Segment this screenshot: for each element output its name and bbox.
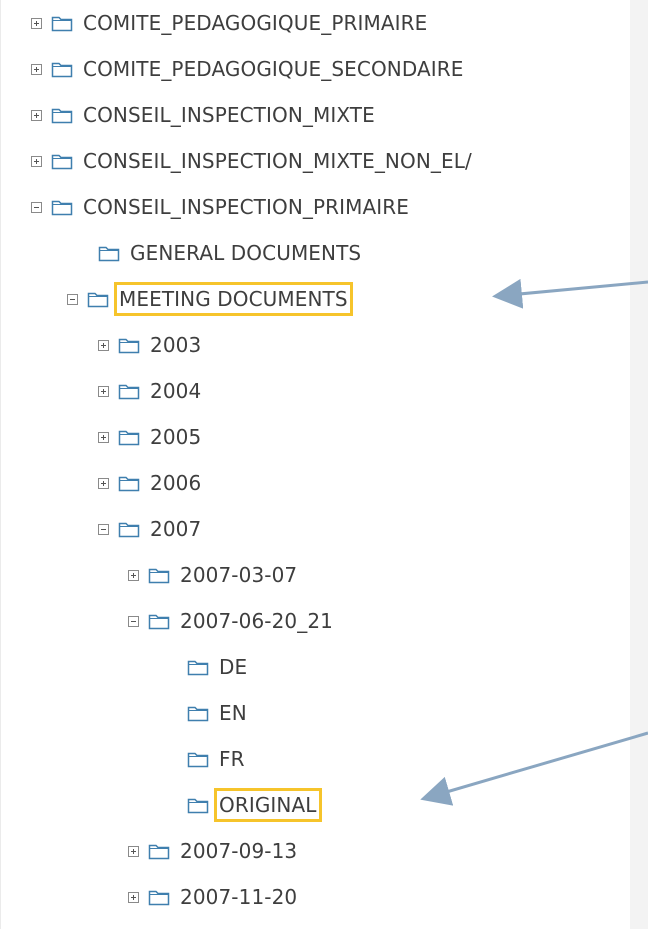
expand-plus-icon[interactable] — [31, 155, 42, 167]
tree-item-2007-03-07[interactable]: 2007-03-07 — [128, 558, 299, 592]
tree-item-2006[interactable]: 2006 — [98, 466, 203, 500]
tree-item-2003[interactable]: 2003 — [98, 328, 203, 362]
tree-item-comite-pedagogique-secondaire[interactable]: COMITE_PEDAGOGIQUE_SECONDAIRE — [31, 52, 466, 86]
tree-item-2005[interactable]: 2005 — [98, 420, 203, 454]
tree-item-conseil-inspection-mixte[interactable]: CONSEIL_INSPECTION_MIXTE — [31, 98, 377, 132]
expand-plus-icon[interactable] — [98, 339, 109, 351]
tree-item-2004[interactable]: 2004 — [98, 374, 203, 408]
collapse-minus-icon[interactable] — [31, 201, 42, 213]
tree-item-label[interactable]: 2007 — [148, 515, 203, 543]
tree-item-label[interactable]: 2007-06-20_21 — [178, 607, 335, 635]
expand-plus-icon[interactable] — [31, 17, 42, 29]
tree-item-meeting-documents[interactable]: MEETING DOCUMENTS — [67, 282, 353, 316]
tree-item-label[interactable]: 2003 — [148, 331, 203, 359]
folder-icon — [118, 384, 140, 400]
tree-item-2007-06-20-21[interactable]: 2007-06-20_21 — [128, 604, 335, 638]
tree-item-label[interactable]: 2006 — [148, 469, 203, 497]
tree-item-label-highlighted[interactable]: ORIGINAL — [214, 788, 322, 822]
collapse-minus-icon[interactable] — [67, 293, 78, 305]
folder-icon — [118, 522, 140, 538]
tree-item-label-highlighted[interactable]: MEETING DOCUMENTS — [114, 282, 353, 316]
collapse-minus-icon[interactable] — [128, 615, 139, 627]
folder-icon — [187, 752, 209, 768]
folder-icon — [98, 246, 120, 262]
collapse-minus-icon[interactable] — [98, 523, 109, 535]
tree-item-label[interactable]: CONSEIL_INSPECTION_MIXTE — [81, 101, 377, 129]
tree-item-en[interactable]: EN — [187, 696, 249, 730]
folder-icon — [148, 614, 170, 630]
folder-icon — [187, 706, 209, 722]
tree-item-2007-11-20[interactable]: 2007-11-20 — [128, 880, 299, 914]
folder-icon — [148, 844, 170, 860]
tree-item-label[interactable]: DE — [217, 653, 249, 681]
tree-item-label[interactable]: COMITE_PEDAGOGIQUE_PRIMAIRE — [81, 9, 429, 37]
expand-plus-icon[interactable] — [98, 431, 109, 443]
tree-item-general-documents[interactable]: GENERAL DOCUMENTS — [98, 236, 363, 270]
folder-icon — [148, 568, 170, 584]
folder-icon — [51, 108, 73, 124]
tree-item-2007[interactable]: 2007 — [98, 512, 203, 546]
tree-item-2007-09-13[interactable]: 2007-09-13 — [128, 834, 299, 868]
tree-item-label[interactable]: FR — [217, 745, 247, 773]
expand-plus-icon[interactable] — [98, 385, 109, 397]
folder-icon — [187, 660, 209, 676]
expand-plus-icon[interactable] — [128, 845, 139, 857]
folder-icon — [51, 154, 73, 170]
tree-item-comite-pedagogique-primaire[interactable]: COMITE_PEDAGOGIQUE_PRIMAIRE — [31, 6, 429, 40]
tree-item-label[interactable]: GENERAL DOCUMENTS — [128, 239, 363, 267]
folder-icon — [51, 16, 73, 32]
tree-item-label[interactable]: 2007-03-07 — [178, 561, 299, 589]
folder-icon — [118, 476, 140, 492]
folder-icon — [118, 338, 140, 354]
tree-item-original[interactable]: ORIGINAL — [187, 788, 322, 822]
tree-item-label[interactable]: 2007-11-20 — [178, 883, 299, 911]
tree-item-label[interactable]: COMITE_PEDAGOGIQUE_SECONDAIRE — [81, 55, 466, 83]
folder-icon — [187, 798, 209, 814]
expand-plus-icon[interactable] — [31, 63, 42, 75]
expand-plus-icon[interactable] — [98, 477, 109, 489]
folder-icon — [118, 430, 140, 446]
tree-item-label[interactable]: 2007-09-13 — [178, 837, 299, 865]
tree-item-label[interactable]: 2005 — [148, 423, 203, 451]
tree-item-label[interactable]: EN — [217, 699, 249, 727]
tree-item-de[interactable]: DE — [187, 650, 249, 684]
expand-plus-icon[interactable] — [128, 569, 139, 581]
tree-item-label[interactable]: 2004 — [148, 377, 203, 405]
expand-plus-icon[interactable] — [128, 891, 139, 903]
folder-tree-panel: COMITE_PEDAGOGIQUE_PRIMAIRE COMITE_PEDAG… — [0, 0, 631, 929]
folder-icon — [87, 292, 109, 308]
tree-item-conseil-inspection-mixte-non-el[interactable]: CONSEIL_INSPECTION_MIXTE_NON_EL/ — [31, 144, 474, 178]
expand-plus-icon[interactable] — [31, 109, 42, 121]
tree-item-fr[interactable]: FR — [187, 742, 247, 776]
folder-icon — [148, 890, 170, 906]
tree-item-label[interactable]: CONSEIL_INSPECTION_MIXTE_NON_EL/ — [81, 147, 474, 175]
panel-right-edge — [630, 0, 648, 929]
tree-item-conseil-inspection-primaire[interactable]: CONSEIL_INSPECTION_PRIMAIRE — [31, 190, 411, 224]
folder-icon — [51, 200, 73, 216]
folder-icon — [51, 62, 73, 78]
tree-item-label[interactable]: CONSEIL_INSPECTION_PRIMAIRE — [81, 193, 411, 221]
